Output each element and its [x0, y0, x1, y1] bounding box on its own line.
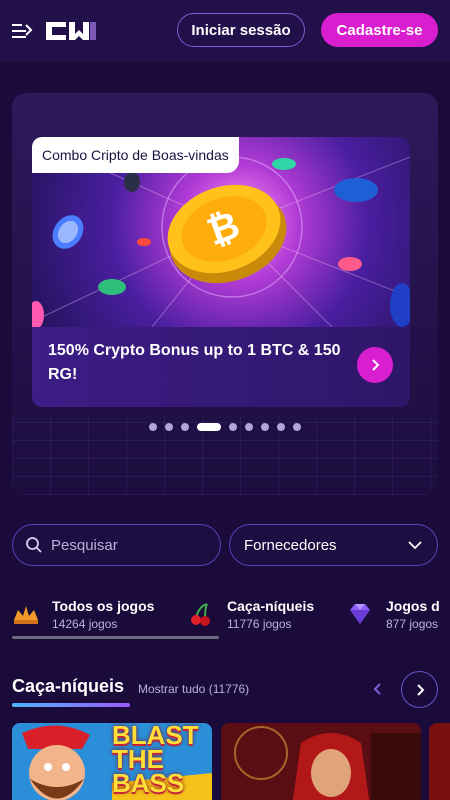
carousel-dot[interactable] — [197, 423, 221, 431]
login-button[interactable]: Iniciar sessão — [177, 13, 305, 47]
category-name: Jogos d — [386, 598, 440, 614]
game-title: BLAST THE BASS — [112, 723, 199, 798]
chevron-right-icon — [372, 359, 380, 371]
chevron-right-icon — [416, 683, 424, 696]
game-tile[interactable] — [429, 723, 450, 800]
search-icon — [26, 537, 42, 553]
section-title: Caça-níqueis — [12, 676, 125, 696]
promo-card[interactable]: ₿ Combo Cripto de Boas-vindas 150% Crypt… — [32, 137, 410, 407]
carousel-prev-button[interactable] — [360, 671, 396, 707]
cherry-icon — [191, 603, 210, 626]
hero-carousel: ₿ Combo Cripto de Boas-vindas 150% Crypt… — [12, 93, 438, 495]
carousel-dots — [12, 422, 438, 432]
chevron-down-icon — [408, 541, 422, 550]
chevron-left-icon — [373, 683, 381, 695]
carousel-dot[interactable] — [277, 423, 285, 431]
diamond-icon — [350, 604, 370, 624]
carousel-dot[interactable] — [229, 423, 237, 431]
category-tabs: Todos os jogos 14264 jogos Caça-níqueis … — [12, 596, 450, 640]
game-tile[interactable]: BLAST THE BASS — [12, 723, 212, 800]
menu-icon[interactable] — [12, 21, 34, 41]
carousel-next-button[interactable] — [401, 671, 438, 708]
search-input[interactable] — [51, 536, 201, 554]
section-title-underline — [12, 703, 130, 707]
game-tile[interactable] — [221, 723, 421, 800]
category-tab-slots[interactable]: Caça-níqueis 11776 jogos — [187, 596, 314, 640]
promo-title: 150% Crypto Bonus up to 1 BTC & 150 RG! — [48, 342, 341, 383]
carousel-dot[interactable] — [181, 423, 189, 431]
show-all-link[interactable]: Mostrar tudo (11776) — [138, 682, 249, 696]
carousel-dot[interactable] — [245, 423, 253, 431]
logo[interactable] — [44, 20, 98, 42]
signup-button[interactable]: Cadastre-se — [321, 13, 438, 47]
category-tab-games[interactable]: Jogos d 877 jogos — [346, 596, 440, 640]
hooded-figure-illustration — [221, 723, 421, 800]
category-name: Caça-níqueis — [227, 598, 315, 614]
carousel-dot[interactable] — [149, 423, 157, 431]
category-count: 14264 jogos — [52, 617, 118, 631]
carousel-dot[interactable] — [293, 423, 301, 431]
category-name: Todos os jogos — [52, 598, 155, 614]
promo-next-button[interactable] — [357, 347, 393, 383]
carousel-dot[interactable] — [261, 423, 269, 431]
promo-tag: Combo Cripto de Boas-vindas — [32, 137, 239, 173]
crown-icon — [14, 606, 38, 624]
promo-footer: 150% Crypto Bonus up to 1 BTC & 150 RG! — [32, 327, 410, 407]
search-box[interactable] — [12, 524, 221, 566]
providers-dropdown[interactable]: Fornecedores — [229, 524, 438, 566]
carousel-dot[interactable] — [165, 423, 173, 431]
category-count: 877 jogos — [386, 617, 439, 631]
providers-label: Fornecedores — [244, 536, 337, 554]
category-tab-all-games[interactable]: Todos os jogos 14264 jogos — [12, 596, 154, 640]
category-active-indicator — [12, 636, 219, 639]
category-count: 11776 jogos — [227, 617, 292, 631]
